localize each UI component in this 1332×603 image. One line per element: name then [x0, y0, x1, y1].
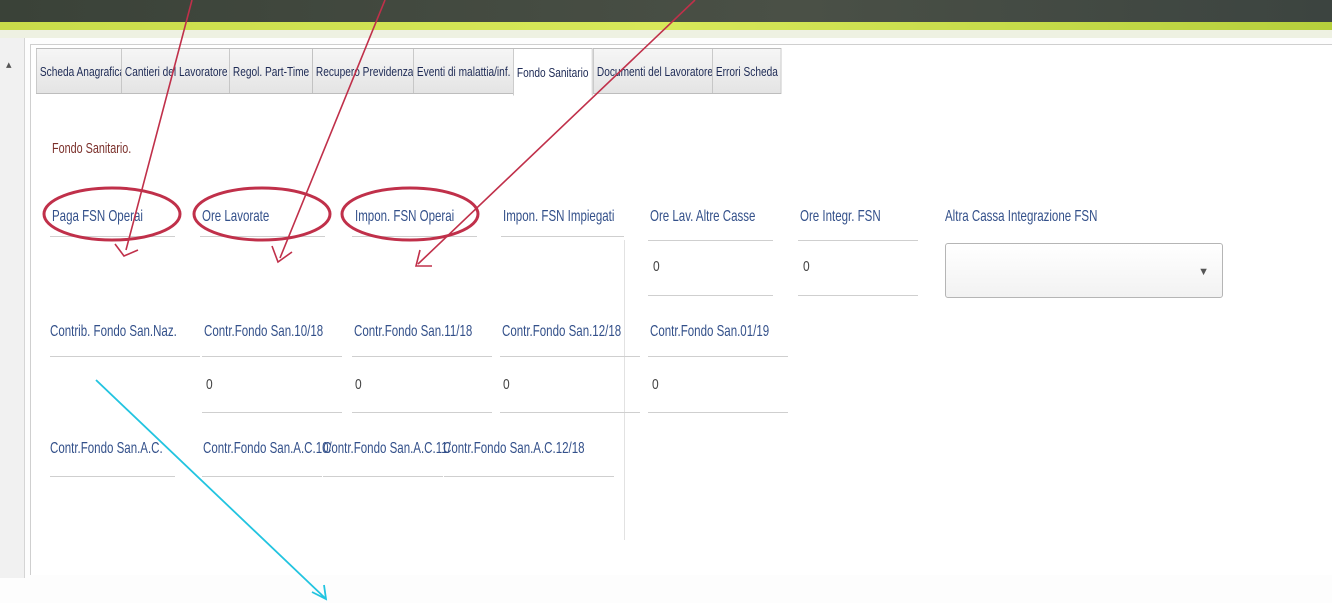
form-panel — [30, 44, 1332, 575]
altra-cassa-select[interactable]: ▼ — [945, 243, 1223, 298]
label-altra-cassa-integrazione: Altra Cassa Integrazione FSN — [945, 208, 1098, 225]
label-contr-ac-10: Contr.Fondo San.A.C.10/ — [203, 440, 332, 457]
field-underline — [500, 412, 640, 413]
field-impon-fsn-impiegati[interactable] — [501, 236, 624, 237]
tab-errori-scheda[interactable]: Errori Scheda — [712, 48, 782, 94]
label-impon-fsn-operai: Impon. FSN Operai — [355, 208, 455, 225]
annotation-arrow-cyan-head — [311, 584, 328, 601]
tab-fondo-sanitario[interactable]: Fondo Sanitario — [513, 48, 593, 96]
tab-cantieri-lavoratore[interactable]: Cantieri del Lavoratore — [121, 48, 232, 94]
value-ore-lav-altre-casse[interactable]: 0 — [653, 258, 660, 275]
header-accent-band — [0, 22, 1332, 30]
field-contr-ac-12[interactable] — [444, 476, 614, 477]
triangle-down-icon[interactable]: ▼ — [1198, 266, 1209, 278]
field-contr-ac[interactable] — [50, 476, 175, 477]
tab-documenti-lavoratore[interactable]: Documenti del Lavoratore — [593, 48, 718, 94]
label-contr-ac-11: Contr.Fondo San.A.C.11/ — [323, 440, 451, 457]
field-contr-ac-11[interactable] — [323, 476, 443, 477]
field-contr-11-18-top — [352, 356, 492, 357]
label-contr-ac: Contr.Fondo San.A.C. — [50, 440, 163, 457]
up-arrow-icon[interactable]: ▴ — [6, 58, 12, 71]
value-contr-11-18[interactable]: 0 — [355, 376, 362, 393]
field-contr-ac-10[interactable] — [202, 476, 322, 477]
label-contr-ac-12: Contr.Fondo San.A.C.12/18 — [443, 440, 585, 457]
label-contrib-fondo-naz: Contrib. Fondo San.Naz. — [50, 323, 177, 340]
field-underline — [648, 412, 788, 413]
label-ore-lav-altre-casse: Ore Lav. Altre Casse — [650, 208, 756, 225]
tab-scheda-anagrafica[interactable]: Scheda Anagrafica — [36, 48, 129, 94]
value-contr-10-18[interactable]: 0 — [206, 376, 213, 393]
label-contr-10-18: Contr.Fondo San.10/18 — [204, 323, 324, 340]
label-contr-01-19: Contr.Fondo San.01/19 — [650, 323, 770, 340]
value-contr-12-18[interactable]: 0 — [503, 376, 510, 393]
tab-recupero-previdenza[interactable]: Recupero Previdenza — [312, 48, 418, 94]
field-ore-integr-fsn-top — [798, 240, 918, 241]
label-ore-integr-fsn: Ore Integr. FSN — [800, 208, 881, 225]
label-impon-fsn-impiegati: Impon. FSN Impiegati — [503, 208, 615, 225]
column-divider — [624, 240, 625, 540]
header-light-band — [0, 30, 1332, 38]
field-ore-lavorate[interactable] — [200, 236, 325, 237]
label-contr-11-18: Contr.Fondo San.11/18 — [354, 323, 473, 340]
value-ore-integr-fsn[interactable]: 0 — [803, 258, 810, 275]
tab-eventi-malattia[interactable]: Eventi di malattia/inf. — [413, 48, 515, 94]
field-ore-lav-altre-casse-top — [648, 240, 773, 241]
label-contr-12-18: Contr.Fondo San.12/18 — [502, 323, 622, 340]
field-contr-01-19-top — [648, 356, 788, 357]
window-header-bar — [0, 0, 1332, 38]
field-underline — [648, 295, 773, 296]
field-contr-10-18-top — [202, 356, 342, 357]
label-paga-fsn-operai: Paga FSN Operai — [52, 208, 143, 225]
field-contr-12-18-top — [500, 356, 640, 357]
field-paga-fsn-operai[interactable] — [50, 236, 175, 237]
field-underline — [798, 295, 918, 296]
field-impon-fsn-operai[interactable] — [352, 236, 477, 237]
tab-bar: Scheda Anagrafica Cantieri del Lavorator… — [36, 48, 804, 96]
section-title: Fondo Sanitario. — [52, 140, 132, 157]
label-ore-lavorate: Ore Lavorate — [202, 208, 270, 225]
value-contr-01-19[interactable]: 0 — [652, 376, 659, 393]
field-underline — [352, 412, 492, 413]
left-scroll-strip[interactable]: ▴ — [0, 38, 25, 578]
header-dark-band — [0, 0, 1332, 22]
tab-regol-part-time[interactable]: Regol. Part-Time — [228, 48, 313, 94]
field-underline — [202, 412, 342, 413]
field-contrib-fondo-naz[interactable] — [50, 356, 200, 357]
